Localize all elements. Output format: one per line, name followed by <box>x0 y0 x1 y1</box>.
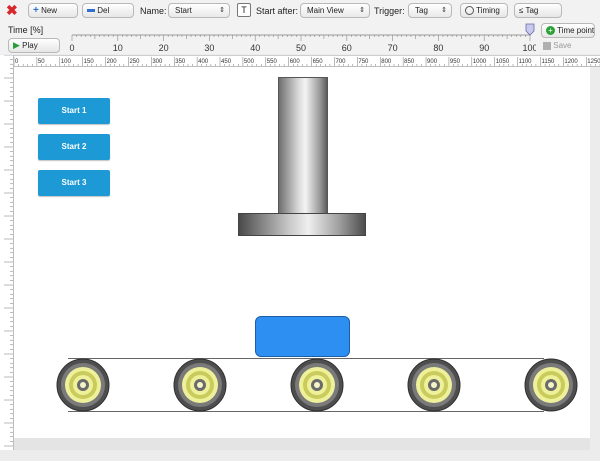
start-1-button[interactable]: Start 1 <box>38 98 110 124</box>
plus-icon: + <box>33 5 39 16</box>
horizontal-ruler: 0 50 100 150 200 250 300 350 400 450 500 550 600 650 7… <box>14 55 600 67</box>
timeline-tick-label: 70 <box>388 43 398 53</box>
save-button-label: Save <box>553 41 572 50</box>
ruler-label: 1250 <box>587 59 600 65</box>
timeline-tick-label: 40 <box>250 43 260 53</box>
ruler-label: 150 <box>84 59 95 65</box>
ruler-label: 950 <box>450 59 461 65</box>
new-button-label: New <box>41 6 58 15</box>
top-toolbar: ✖ + New Del Name: Start ⇕ T Start after:… <box>0 0 600 22</box>
play-button[interactable]: ▶ Play <box>8 38 60 53</box>
ruler-label: 50 <box>38 59 45 65</box>
ruler-label: 1150 <box>541 59 555 65</box>
add-icon: + <box>546 26 555 36</box>
time-point-button[interactable]: + Time point <box>541 23 595 38</box>
conveyor-roller <box>407 358 461 412</box>
trigger-label: Trigger: <box>374 6 405 16</box>
tag-button-label: Tag <box>525 6 539 15</box>
start-3-button[interactable]: Start 3 <box>38 170 110 196</box>
ruler-label: 1100 <box>519 59 533 65</box>
ruler-label: 850 <box>404 59 415 65</box>
ruler-label: 750 <box>358 59 369 65</box>
time-label: Time [%] <box>8 25 44 35</box>
ruler-label: 1000 <box>473 59 487 65</box>
start-2-button[interactable]: Start 2 <box>38 134 110 160</box>
name-label: Name: <box>140 6 167 16</box>
timeline-tick-label: 80 <box>433 43 443 53</box>
timeline-slider[interactable]: 0 10 20 30 40 50 60 70 80 90 100 <box>66 22 536 54</box>
timeline-tick-label: 90 <box>479 43 489 53</box>
conveyor-roller <box>290 358 344 412</box>
ruler-label: 450 <box>221 59 232 65</box>
ruler-label: 350 <box>175 59 186 65</box>
clock-icon <box>465 6 474 16</box>
ruler-label: 1050 <box>496 59 510 65</box>
ruler-label: 800 <box>381 59 392 65</box>
tag-button[interactable]: ≤ Tag <box>514 3 562 18</box>
timing-button-label: Timing <box>476 6 500 15</box>
timeline-tick-label: 20 <box>159 43 169 53</box>
timeline-tick-label: 0 <box>69 43 74 53</box>
save-icon <box>543 41 551 50</box>
ruler-label: 200 <box>107 59 118 65</box>
chevron-updown-icon: ⇕ <box>219 7 225 14</box>
ruler-label: 900 <box>427 59 438 65</box>
play-button-label: Play <box>22 41 38 50</box>
ruler-label: 500 <box>244 59 255 65</box>
minus-icon <box>87 9 95 13</box>
timeline-tick-label: 10 <box>113 43 123 53</box>
name-select-value: Start <box>175 6 192 15</box>
ruler-label: 650 <box>313 59 324 65</box>
save-button[interactable]: Save <box>543 40 583 52</box>
timing-button[interactable]: Timing <box>460 3 508 18</box>
text-icon[interactable]: T <box>237 3 251 17</box>
ruler-label: 700 <box>335 59 346 65</box>
start-after-label: Start after: <box>256 6 299 16</box>
start-after-select-value: Main View <box>307 6 344 15</box>
piston-rod <box>278 77 328 214</box>
ruler-label: 550 <box>267 59 278 65</box>
timeline-tick-label: 50 <box>296 43 306 53</box>
start-after-select[interactable]: Main View ⇕ <box>300 3 370 18</box>
ruler-label: 1200 <box>564 59 578 65</box>
time-point-button-label: Time point <box>557 26 595 35</box>
vertical-ruler <box>0 55 14 450</box>
timeline-tick-label: 30 <box>204 43 214 53</box>
trigger-select-value: Tag <box>415 6 428 15</box>
conveyor-rollers <box>56 358 578 412</box>
timeline-tick-label: 100 <box>522 43 536 53</box>
name-select[interactable]: Start ⇕ <box>168 3 230 18</box>
chevron-updown-icon: ⇕ <box>359 7 365 14</box>
ruler-label: 300 <box>152 59 163 65</box>
canvas-scrollbar[interactable] <box>14 438 590 450</box>
tag-icon: ≤ <box>519 6 524 15</box>
ruler-label: 250 <box>129 59 140 65</box>
del-button-label: Del <box>97 6 110 15</box>
design-canvas: Start 1 Start 2 Start 3 <box>14 67 600 438</box>
ruler-label: 400 <box>198 59 209 65</box>
trigger-select[interactable]: Tag ⇕ <box>408 3 452 18</box>
piston-head <box>238 213 366 236</box>
new-button[interactable]: + New <box>28 3 78 18</box>
close-icon[interactable]: ✖ <box>6 3 20 17</box>
del-button[interactable]: Del <box>82 3 134 18</box>
conveyor-roller <box>173 358 227 412</box>
timeline-tick-label: 60 <box>342 43 352 53</box>
conveyor-roller <box>524 358 578 412</box>
timeline-thumb <box>525 23 535 36</box>
chevron-updown-icon: ⇕ <box>441 7 447 14</box>
conveyor-roller <box>56 358 110 412</box>
timeline-panel: Time [%] ▶ Play 0 10 20 30 40 50 60 70 80 90 100 +… <box>0 22 600 54</box>
ruler-label: 100 <box>61 59 72 65</box>
ruler-label: 600 <box>290 59 301 65</box>
play-icon: ▶ <box>13 40 20 50</box>
